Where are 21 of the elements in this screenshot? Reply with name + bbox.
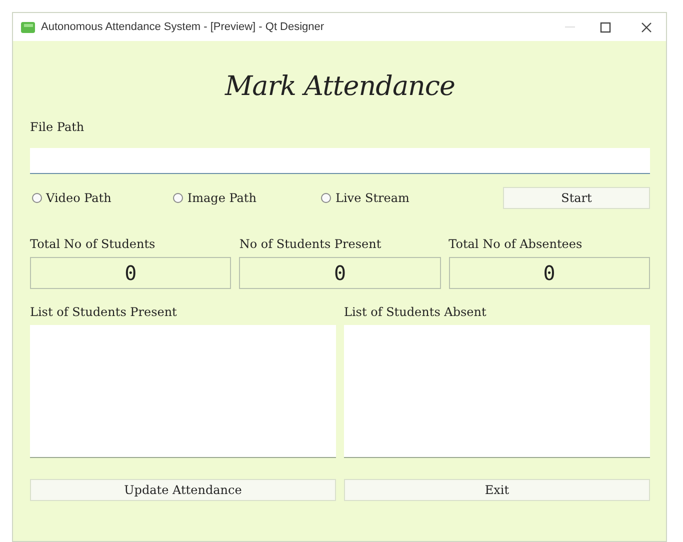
radio-option[interactable]: Video Path <box>32 191 112 205</box>
heading: Mark Attendance <box>224 71 456 102</box>
list-label: List of Students Absent <box>344 305 486 319</box>
radio-option[interactable]: Live Stream <box>321 191 410 205</box>
action-button[interactable]: Exit <box>344 479 650 501</box>
counter-label: No of Students Present <box>239 237 382 251</box>
close-icon[interactable] <box>641 22 652 32</box>
counter-label: Total No of Absentees <box>448 237 582 251</box>
file-path-label: File Path <box>30 120 84 134</box>
window-title: Autonomous Attendance System - [Preview] - Qt Designer <box>41 21 326 33</box>
list-label: List of Students Present <box>30 305 177 319</box>
radio-option[interactable]: Image Path <box>173 191 256 205</box>
lcd-counter: 0 <box>448 257 650 289</box>
app-icon <box>21 22 35 32</box>
file-path-field[interactable] <box>30 148 650 174</box>
action-button[interactable]: Update Attendance <box>30 479 336 501</box>
start-button[interactable]: Start <box>503 187 650 209</box>
maximize-icon[interactable] <box>600 22 611 32</box>
lcd-counter: 0 <box>239 257 441 289</box>
counter-label: Total No of Students <box>30 237 156 251</box>
lcd-counter: 0 <box>30 257 232 289</box>
